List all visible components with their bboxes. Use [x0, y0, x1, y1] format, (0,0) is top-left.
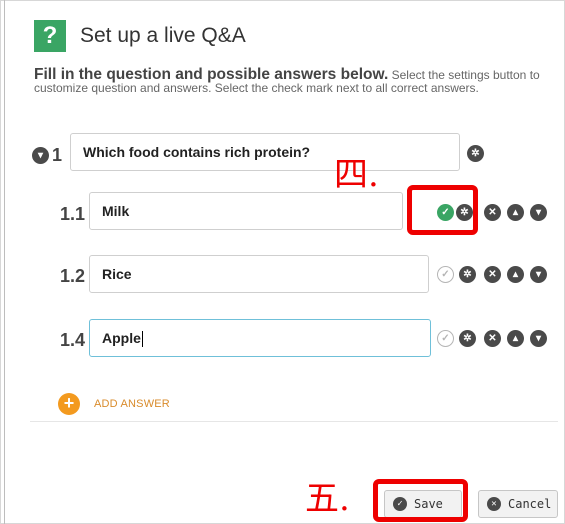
add-icon[interactable]: + [58, 393, 80, 415]
chevron-up-icon[interactable]: ▴ [507, 266, 524, 283]
chevron-down-icon[interactable]: ▾ [530, 266, 547, 283]
chevron-up-icon[interactable]: ▴ [507, 330, 524, 347]
chevron-down-icon[interactable]: ▾ [530, 204, 547, 221]
remove-icon[interactable]: ✕ [484, 266, 501, 283]
remove-icon[interactable]: ✕ [484, 330, 501, 347]
question-settings-icon[interactable]: ✲ [467, 145, 484, 162]
text-caret [141, 331, 143, 348]
answer-input-milk[interactable]: Milk [89, 192, 403, 230]
check-icon[interactable]: ✓ [437, 266, 454, 283]
question-input[interactable]: Which food contains rich protein? [70, 133, 460, 171]
chevron-down-icon[interactable]: ▾ [530, 330, 547, 347]
check-icon[interactable]: ✓ [437, 330, 454, 347]
answer-number: 1.1 [60, 204, 86, 224]
settings-icon[interactable]: ✲ [459, 330, 476, 347]
cancel-label: Cancel [508, 497, 552, 511]
divider [30, 421, 558, 422]
dialog-title: Set up a live Q&A [80, 24, 246, 47]
highlight-box-save [373, 479, 468, 522]
answer-input-apple-text: Apple [102, 330, 141, 346]
question-number: 1 [52, 145, 63, 165]
step-4-label: 四. [334, 155, 379, 195]
dialog-edge [4, 0, 5, 524]
remove-icon[interactable]: ✕ [484, 204, 501, 221]
highlight-box-check [407, 185, 478, 235]
cancel-button[interactable]: ✕ Cancel [478, 490, 558, 518]
cancel-x-icon: ✕ [487, 497, 501, 511]
add-answer-link[interactable]: ADD ANSWER [94, 398, 170, 410]
instructions: Fill in the question and possible answer… [34, 67, 556, 95]
help-icon: ? [34, 20, 66, 52]
answer-input-rice[interactable]: Rice [89, 255, 429, 293]
answer-number: 1.4 [60, 330, 86, 350]
answer-number: 1.2 [60, 266, 86, 286]
settings-icon[interactable]: ✲ [459, 266, 476, 283]
step-5-label: 五. [305, 479, 350, 519]
chevron-up-icon[interactable]: ▴ [507, 204, 524, 221]
answer-input-apple[interactable]: Apple [89, 319, 431, 357]
question-collapse-icon[interactable]: ▾ [32, 147, 49, 164]
